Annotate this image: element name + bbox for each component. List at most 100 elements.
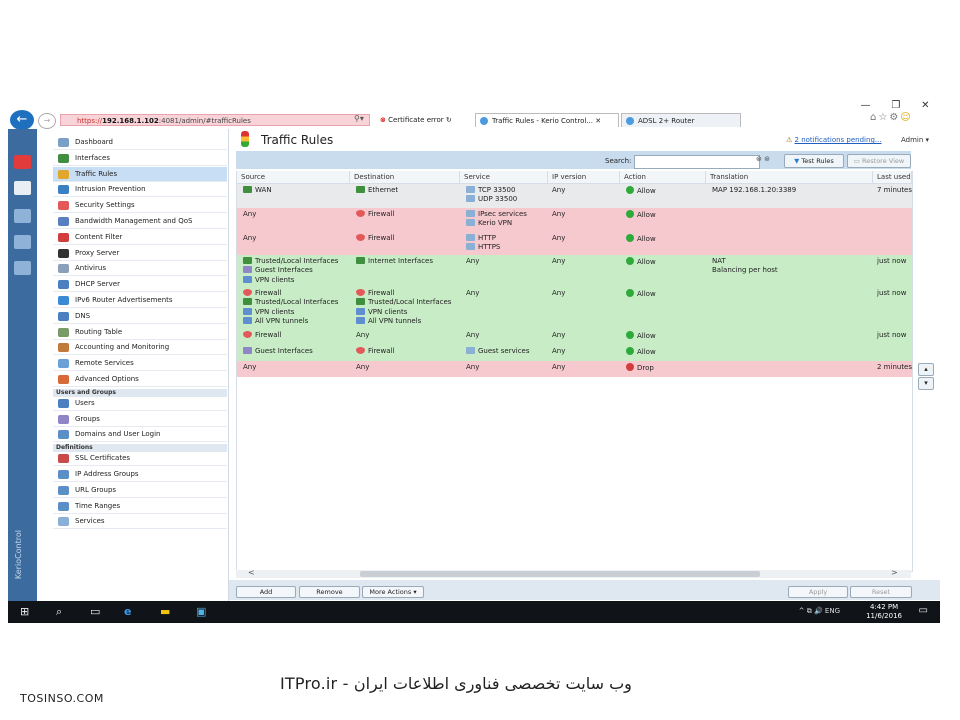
sidebar-item-label: Dashboard: [75, 138, 113, 146]
sidebar-item[interactable]: Antivirus: [53, 261, 227, 277]
sidebar-item[interactable]: Proxy Server: [53, 246, 227, 261]
cell-translation: MAP 192.168.1.20:3389: [712, 186, 796, 195]
system-tray[interactable]: ^ ⧉ 🔊 ENG: [799, 607, 840, 616]
sidebar-item[interactable]: Users: [53, 396, 227, 411]
smiley-icon[interactable]: ☺: [900, 112, 912, 123]
cell-action: Allow: [626, 210, 656, 220]
sidebar-item[interactable]: IP Address Groups: [53, 467, 227, 482]
sidebar-item[interactable]: Security Settings: [53, 198, 227, 214]
move-down-button[interactable]: ▾: [918, 377, 934, 390]
user-menu[interactable]: Admin ▾: [901, 136, 929, 144]
sidebar-item[interactable]: IPv6 Router Advertisements: [53, 293, 227, 308]
column-header[interactable]: Destination: [350, 171, 460, 184]
sidebar-item-label: DNS: [75, 311, 91, 320]
sidebar-item[interactable]: Dashboard: [53, 135, 227, 150]
scroll-right-icon[interactable]: >: [891, 568, 898, 577]
table-row[interactable]: Any Firewall IPsec services Kerio VPN Any All…: [237, 208, 912, 233]
sidebar-item[interactable]: DHCP Server: [53, 277, 227, 293]
clock[interactable]: 4:42 PM 11/6/2016: [866, 603, 902, 621]
vpn-icon: [243, 307, 252, 315]
remove-button[interactable]: Remove: [299, 586, 360, 598]
file-explorer-icon[interactable]: ▬: [160, 605, 170, 618]
windows-start-icon[interactable]: ⊞: [20, 605, 29, 618]
sidebar-item[interactable]: Interfaces: [53, 151, 227, 166]
add-button[interactable]: Add: [236, 586, 296, 598]
tab-traffic-rules[interactable]: Traffic Rules - Kerio Control... ✕: [475, 113, 619, 127]
table-row[interactable]: Any Firewall HTTP HTTPS Any Allow: [237, 232, 912, 256]
sidebar-item[interactable]: Time Ranges: [53, 499, 227, 514]
status-icon[interactable]: [14, 261, 31, 275]
table-row[interactable]: Trusted/Local Interfaces Guest Interfaces…: [237, 255, 912, 288]
star-icon[interactable]: ☆: [878, 112, 889, 123]
search-icon[interactable]: ⌕: [56, 605, 62, 619]
scroll-left-icon[interactable]: <: [248, 568, 255, 577]
service-icon: [466, 347, 475, 354]
sidebar-item[interactable]: Intrusion Prevention: [53, 182, 227, 198]
sidebar-item-label: Intrusion Prevention: [75, 185, 146, 194]
firewall-icon[interactable]: [14, 155, 31, 169]
source-value: Any: [243, 210, 257, 218]
sidebar-item[interactable]: Services: [53, 514, 227, 530]
notifications-link[interactable]: 2 notifications pending...: [795, 136, 882, 144]
source-value: VPN clients: [255, 275, 295, 284]
notification-icon[interactable]: ▭: [919, 605, 928, 616]
column-header[interactable]: Action: [620, 171, 706, 184]
sidebar-item-label: URL Groups: [75, 485, 117, 494]
dashboard-icon: [58, 138, 69, 147]
sidebar-item[interactable]: Remote Services: [53, 356, 227, 372]
task-view-icon[interactable]: ▭: [90, 605, 100, 618]
gear-icon[interactable]: ⚙: [889, 112, 900, 123]
notifications[interactable]: ⚠ 2 notifications pending...: [786, 136, 882, 144]
edge-icon[interactable]: e: [124, 605, 131, 618]
table-row[interactable]: Firewall Trusted/Local Interfaces VPN clie…: [237, 287, 912, 330]
column-header[interactable]: IP version: [548, 171, 620, 184]
sidebar-item[interactable]: DNS: [53, 309, 227, 324]
sidebar-item[interactable]: Accounting and Monitoring: [53, 340, 227, 356]
refresh-icon[interactable]: ↻: [446, 116, 452, 124]
logs-icon[interactable]: [14, 235, 31, 249]
settings-icon[interactable]: [14, 181, 31, 195]
sidebar-item[interactable]: Groups: [53, 412, 227, 427]
search-go-icon[interactable]: ⊛: [756, 155, 762, 163]
apply-button[interactable]: Apply: [788, 586, 848, 598]
search-clear-icon[interactable]: ⊛: [764, 155, 770, 163]
sidebar-item[interactable]: Advanced Options: [53, 372, 227, 387]
move-up-button[interactable]: ▴: [918, 363, 934, 376]
tab-close-icon[interactable]: ✕: [595, 117, 601, 125]
column-header[interactable]: Source: [237, 171, 350, 184]
back-button[interactable]: ←: [10, 110, 34, 130]
table-row[interactable]: Firewall Any Any Any Allow just now: [237, 329, 912, 346]
service-value: UDP 33500: [478, 195, 518, 204]
forward-button[interactable]: →: [38, 113, 56, 129]
accounting-icon: [58, 343, 69, 353]
destination-value: Ethernet: [368, 186, 399, 194]
search-input[interactable]: [634, 155, 760, 169]
service-icon: [466, 186, 475, 193]
search-buttons: ⊛ ⊛: [756, 155, 770, 163]
table-row[interactable]: Guest Interfaces Firewall Guest services An…: [237, 345, 912, 362]
column-header[interactable]: Translation: [706, 171, 873, 184]
more-actions-button[interactable]: More Actions ▾: [362, 586, 424, 598]
column-header[interactable]: Last used: [873, 171, 912, 184]
table-row[interactable]: Any Any Any Any Drop 2 minutes: [237, 361, 912, 378]
url-field[interactable]: https://192.168.1.102:4081/admin/#traffi…: [60, 114, 370, 126]
destination-value: Firewall: [368, 234, 395, 242]
sidebar-item[interactable]: SSL Certificates: [53, 451, 227, 467]
tab-adsl-router[interactable]: ADSL 2+ Router: [621, 113, 741, 127]
app-icon[interactable]: ▣: [196, 605, 206, 618]
test-rules-button[interactable]: ▼ Test Rules: [784, 154, 844, 168]
sidebar-item[interactable]: Traffic Rules: [53, 166, 227, 182]
certificate-error[interactable]: ⊗ Certificate error ↻: [380, 114, 452, 126]
table-row[interactable]: WAN Ethernet TCP 33500 UDP 33500 Any Allow MAP…: [237, 184, 912, 209]
sidebar-item[interactable]: Bandwidth Management and QoS: [53, 214, 227, 229]
sidebar-item[interactable]: Routing Table: [53, 325, 227, 340]
reset-button[interactable]: Reset: [850, 586, 912, 598]
sidebar-item[interactable]: URL Groups: [53, 483, 227, 498]
restore-view-button[interactable]: ▭ Restore View: [847, 154, 911, 168]
sidebar-item[interactable]: Content Filter: [53, 230, 227, 245]
column-header[interactable]: Service: [460, 171, 548, 184]
stats-icon[interactable]: [14, 209, 31, 223]
search-icon[interactable]: ⚲▾: [354, 114, 364, 123]
scrollbar-thumb[interactable]: [360, 571, 760, 577]
sidebar-item[interactable]: Domains and User Login: [53, 427, 227, 443]
